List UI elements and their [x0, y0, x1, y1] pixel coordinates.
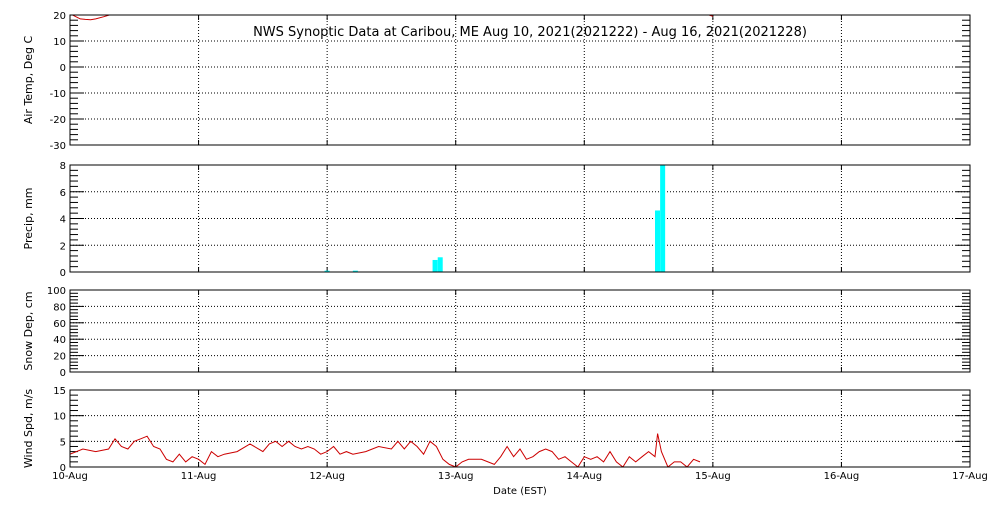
y-tick-label: 2 [60, 241, 66, 252]
x-tick-label: 17-Aug [952, 471, 988, 482]
y-tick-label: 0 [60, 63, 66, 74]
y-tick-label: -10 [50, 89, 66, 100]
y-tick-label: 10 [53, 37, 66, 48]
panel-air-temp: 20 10 0 -10 -20 -30 Air Temp, Deg C [22, 11, 971, 152]
y-tick-label: -20 [50, 115, 66, 126]
y-axis-label: Air Temp, Deg C [22, 36, 35, 125]
y-tick-label: 4 [60, 215, 66, 226]
x-tick-label: 14-Aug [566, 471, 602, 482]
y-tick-label: 0 [60, 268, 66, 279]
synoptic-chart: 20 10 0 -10 -20 -30 Air Temp, Deg C 8 6 4 2 0 Precip… [0, 0, 1000, 500]
wind-speed-line [70, 433, 701, 467]
y-tick-label: 20 [53, 352, 66, 363]
y-tick-label: 60 [53, 319, 66, 330]
panel-frame [69, 389, 971, 468]
y-tick-label: 0 [60, 368, 66, 379]
y-axis-label: Precip, mm [22, 188, 35, 250]
y-tick-label: 15 [53, 386, 66, 397]
y-tick-label: 20 [53, 11, 66, 22]
panel-precip: 8 6 4 2 0 Precip, mm [22, 161, 971, 279]
y-axis-label: Wind Spd, m/s [22, 389, 35, 469]
precip-bar [655, 210, 660, 272]
x-tick-label: 16-Aug [824, 471, 860, 482]
x-tick-label: 11-Aug [181, 471, 217, 482]
x-tick-label: 13-Aug [438, 471, 474, 482]
x-tick-label: 15-Aug [695, 471, 731, 482]
y-tick-label: 8 [60, 161, 66, 172]
panel-snow-depth: 100 80 60 40 20 0 Snow Dep, cm [22, 286, 971, 379]
chart-canvas: 20100-10-20-30Air Temp, Deg C86420Precip… [22, 11, 988, 497]
y-tick-label: 10 [53, 412, 66, 423]
x-axis-label: Date (EST) [493, 486, 547, 497]
y-tick-label: 5 [60, 437, 66, 448]
y-axis-label: Snow Dep, cm [22, 291, 35, 370]
x-tick-label: 12-Aug [309, 471, 345, 482]
y-tick-label: 40 [53, 335, 66, 346]
precip-bar [660, 165, 666, 272]
precip-bar [437, 257, 443, 272]
y-tick-label: 80 [53, 302, 66, 313]
x-tick-label: 10-Aug [52, 471, 88, 482]
panel-frame [69, 289, 971, 373]
air-temp-line [71, 15, 714, 21]
y-tick-label: 6 [60, 188, 66, 199]
y-tick-label: 100 [47, 286, 66, 297]
y-tick-label: -30 [50, 141, 66, 152]
chart-title: NWS Synoptic Data at Caribou, ME Aug 10,… [253, 25, 807, 40]
panel-wind-speed: 151050Wind Spd, m/s [22, 386, 971, 474]
precip-bar [432, 259, 438, 272]
